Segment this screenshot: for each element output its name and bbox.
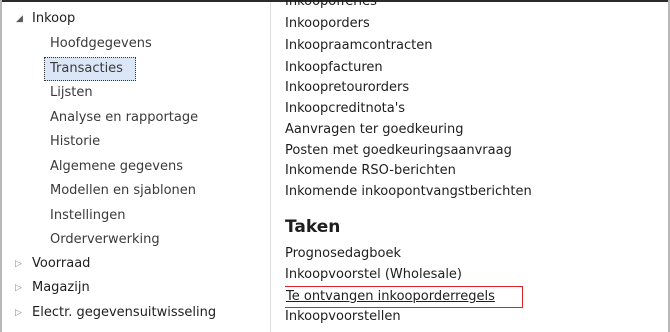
nav-item-orderverwerking[interactable]: Orderverwerking <box>50 229 160 251</box>
link-inkoopoffertes-partial[interactable]: Inkoopofferles <box>285 0 377 12</box>
collapsed-triangle-icon[interactable]: ▷ <box>15 302 22 324</box>
nav-item-historie[interactable]: Historie <box>50 131 100 153</box>
link-inkoopfacturen[interactable]: Inkoopfacturen <box>285 58 383 78</box>
nav-item-instellingen[interactable]: Instellingen <box>50 205 126 227</box>
link-inkomende-inkoopontvangstberichten[interactable]: Inkomende inkoopontvangstberichten <box>285 182 532 202</box>
link-aanvragen-ter-goedkeuring[interactable]: Aanvragen ter goedkeuring <box>285 120 464 140</box>
link-inkoopvoorstellen[interactable]: Inkoopvoorstellen <box>285 307 401 327</box>
link-prognosedagboek[interactable]: Prognosedagboek <box>285 244 401 264</box>
nav-group-label: Inkoop <box>32 11 76 26</box>
nav-item-hoofdgegevens[interactable]: Hoofdgegevens <box>50 33 152 55</box>
link-te-ontvangen-inkooporderregels[interactable]: Te ontvangen inkooporderregels <box>285 286 523 308</box>
nav-item-analyse[interactable]: Analyse en rapportage <box>50 107 198 129</box>
link-posten-goedkeuringsaanvraag[interactable]: Posten met goedkeuringsaanvraag <box>285 141 512 161</box>
link-inkomende-rso-berichten[interactable]: Inkomende RSO-berichten <box>285 161 456 181</box>
content-pane: Inkoopofferles Inkooporders Inkoopraamco… <box>285 0 665 332</box>
nav-item-algemene-gegevens[interactable]: Algemene gegevens <box>50 156 183 178</box>
link-inkoopretourorders[interactable]: Inkoopretourorders <box>285 78 409 98</box>
navigation-tree: ◢ Inkoop Hoofdgegevens Transacties Lijst… <box>0 0 270 332</box>
collapsed-triangle-icon[interactable]: ▷ <box>15 253 22 275</box>
nav-item-modellen[interactable]: Modellen en sjablonen <box>50 180 196 202</box>
link-inkoopcreditnotas[interactable]: Inkoopcreditnota's <box>285 99 405 119</box>
pane-divider <box>270 2 271 332</box>
section-heading-taken: Taken <box>285 217 341 237</box>
link-inkoopraamcontracten[interactable]: Inkoopraamcontracten <box>285 36 432 56</box>
nav-item-lijsten[interactable]: Lijsten <box>50 82 93 104</box>
nav-item-transacties[interactable]: Transacties <box>50 58 123 80</box>
collapsed-triangle-icon[interactable]: ▷ <box>15 277 22 299</box>
expanded-triangle-icon[interactable]: ◢ <box>16 8 23 30</box>
link-inkoopvoorstel-wholesale[interactable]: Inkoopvoorstel (Wholesale) <box>285 265 462 285</box>
link-inkooporders[interactable]: Inkooporders <box>285 14 370 34</box>
